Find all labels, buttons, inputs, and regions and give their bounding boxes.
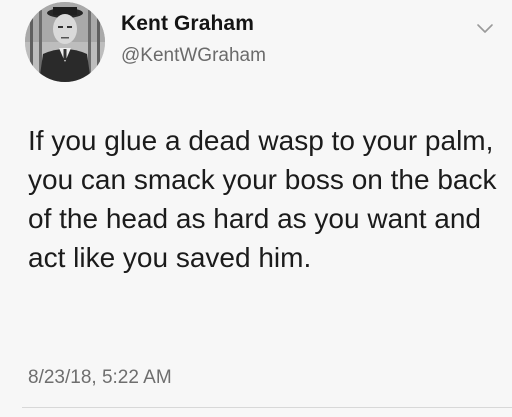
chevron-down-icon[interactable] xyxy=(476,22,494,34)
avatar[interactable] xyxy=(25,2,105,82)
profile-photo-icon xyxy=(25,2,105,82)
tweet-timestamp[interactable]: 8/23/18, 5:22 AM xyxy=(28,367,172,389)
divider xyxy=(22,407,512,408)
author-name[interactable]: Kent Graham xyxy=(121,12,254,36)
tweet-text: If you glue a dead wasp to your palm, yo… xyxy=(28,125,497,273)
tweet-card: Kent Graham @KentWGraham If you glue a d… xyxy=(0,0,512,417)
author-handle[interactable]: @KentWGraham xyxy=(121,45,266,67)
